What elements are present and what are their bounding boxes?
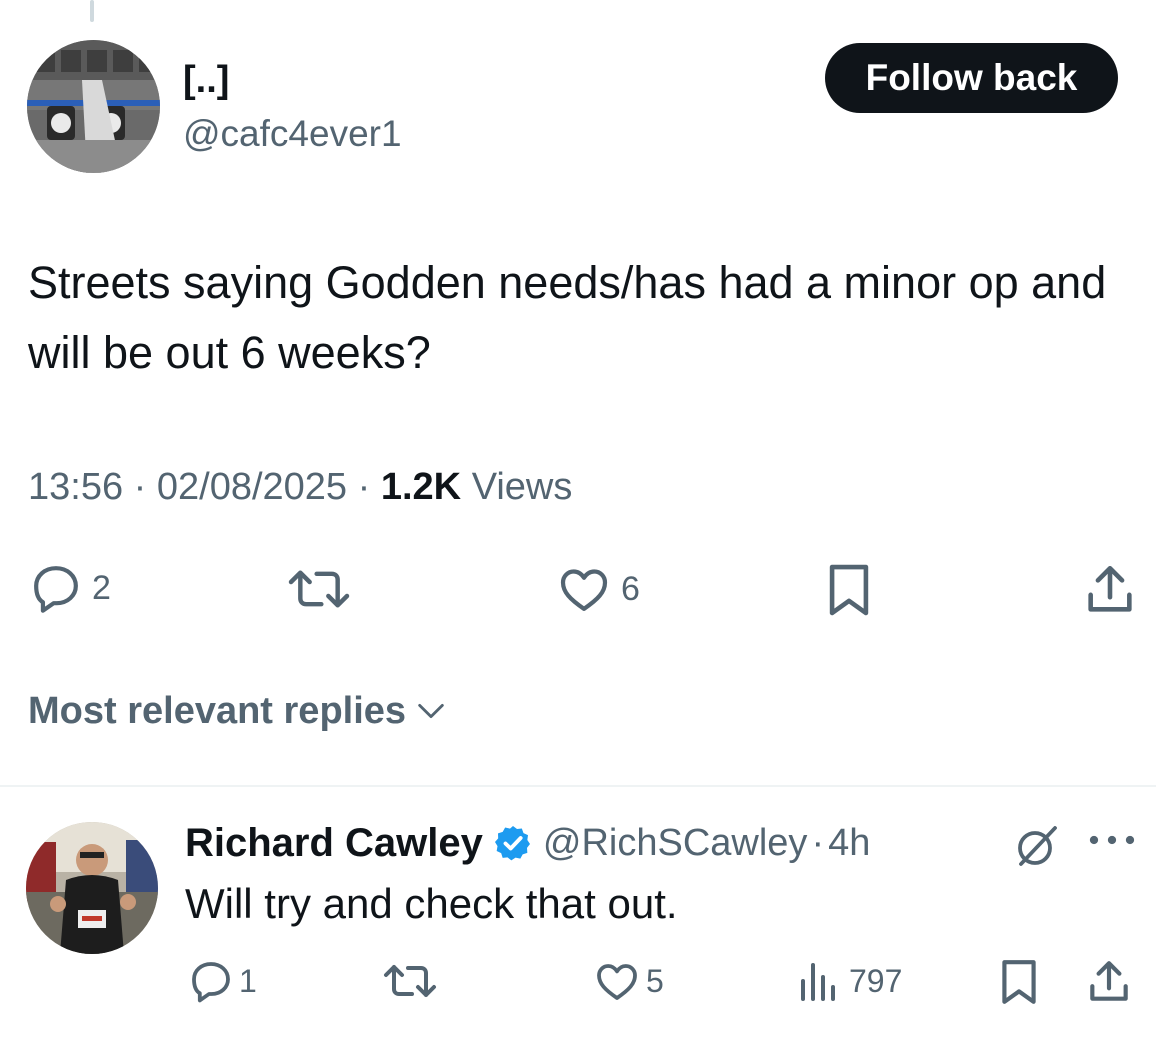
display-name[interactable]: [..] [183,58,229,102]
chevron-down-icon [418,703,444,719]
reply-button[interactable]: 2 [28,560,111,616]
views-label: Views [471,466,573,508]
reply-like-button[interactable]: 5 [592,957,664,1005]
reply-header: Richard Cawley @RichSCawley · 4h [185,817,870,869]
reply-display-name[interactable]: Richard Cawley [185,817,483,869]
reply-reply-button[interactable]: 1 [187,957,257,1005]
retweet-icon [288,570,350,608]
grok-icon [1018,826,1057,866]
reply-retweet-button[interactable] [380,957,440,1005]
tweet-text: Streets saying Godden needs/has had a mi… [28,257,1107,378]
more-options-button[interactable] [1085,830,1139,855]
meta-separator: · [133,466,147,508]
reply-separator: · [811,822,825,864]
like-icon [597,964,637,1000]
retweet-button[interactable] [285,561,353,617]
reply-avatar[interactable] [26,822,158,954]
share-button[interactable] [1081,561,1139,619]
avatar-stadium-image [27,40,160,173]
bookmark-icon [829,564,869,616]
avatar-runner-image [26,822,158,954]
reply-icon [192,962,230,1003]
views-icon [801,963,835,1001]
follow-back-button[interactable]: Follow back [825,43,1118,113]
reply-time[interactable]: 4h [828,817,870,869]
meta-separator: · [357,466,371,508]
bookmark-button[interactable] [822,561,876,619]
like-icon [560,569,608,611]
reply-count: 2 [92,568,111,607]
bookmark-icon [1002,960,1036,1004]
tweet-meta: 13:56 · 02/08/2025 · 1.2K Views [28,462,572,512]
like-button[interactable]: 6 [555,561,640,617]
verified-badge-icon [493,823,533,863]
retweet-icon [384,965,436,997]
reply-text: Will try and check that out. [185,880,678,927]
user-handle[interactable]: @cafc4ever1 [183,112,402,156]
share-icon [1088,565,1132,612]
divider [0,785,1156,787]
reply-reply-count: 1 [239,962,257,999]
avatar[interactable] [27,40,160,173]
reply-like-count: 5 [646,962,664,999]
views-count: 1.2K [380,466,462,508]
tweet-time[interactable]: 13:56 [28,466,123,508]
share-icon [1090,961,1128,1001]
reply-views-button[interactable]: 797 [795,957,902,1005]
reply-bookmark-button[interactable] [996,957,1042,1007]
thread-connector-line [90,0,94,22]
more-icon [1089,835,1135,845]
reply-icon [34,566,78,613]
reply-handle[interactable]: @RichSCawley [543,817,808,869]
reply-views-count: 797 [849,962,903,999]
tweet-date[interactable]: 02/08/2025 [157,466,347,508]
like-count: 6 [621,569,640,608]
replies-sort-dropdown[interactable]: Most relevant replies [28,686,448,736]
replies-sort-label: Most relevant replies [28,690,407,732]
grok-button[interactable] [1013,822,1061,875]
reply-share-button[interactable] [1084,957,1134,1007]
